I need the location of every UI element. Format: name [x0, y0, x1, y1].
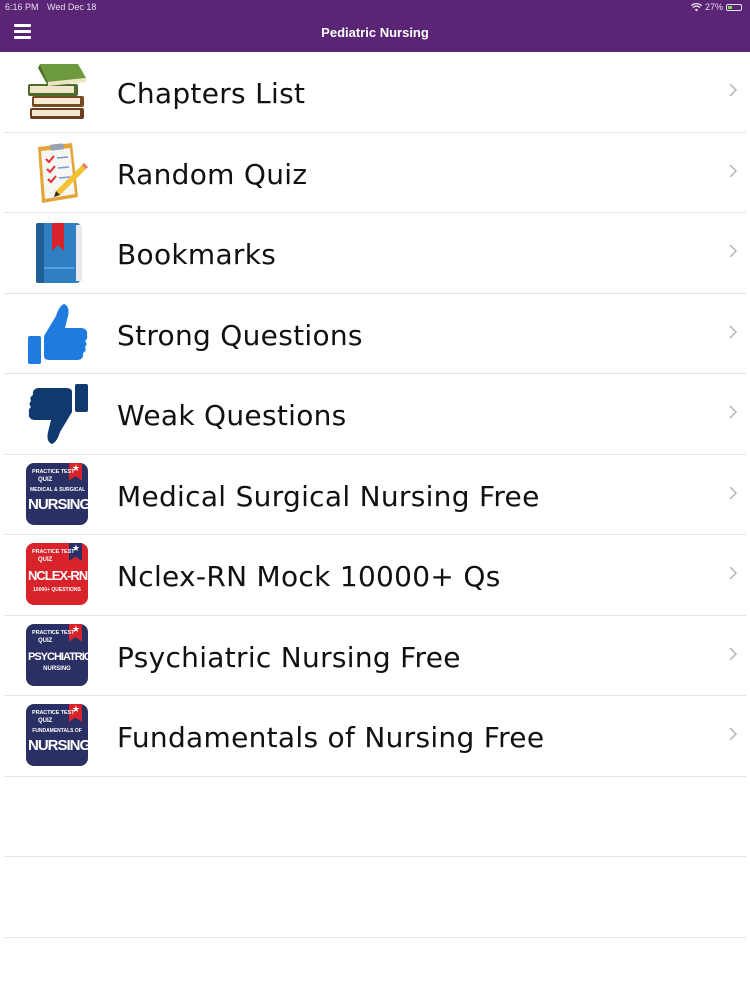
chevron-right-icon — [729, 244, 738, 258]
menu-item-bookmarks[interactable]: Bookmarks — [0, 213, 750, 294]
fundamentals-app-icon: ★ PRACTICE TEST QUIZ FUNDAMENTALS OF NUR… — [26, 704, 90, 768]
status-right: 27% — [690, 0, 742, 14]
chevron-right-icon — [729, 646, 738, 661]
battery-percent: 27% — [704, 2, 723, 12]
status-bar: 6:16 PM Wed Dec 18 27% — [0, 0, 750, 14]
navigation-bar: Pediatric Nursing — [0, 14, 750, 52]
menu-item-label: Fundamentals of Nursing Free — [117, 721, 545, 754]
menu-item-psychiatric-nursing[interactable]: ★ PRACTICE TEST QUIZ PSYCHIATRIC NURSING… — [0, 616, 750, 697]
quiz-clipboard-icon — [38, 142, 88, 203]
menu-item-label: Bookmarks — [117, 238, 277, 271]
chevron-right-icon — [729, 405, 738, 419]
empty-list-row — [0, 857, 750, 938]
menu-item-random-quiz[interactable]: Random Quiz — [0, 133, 750, 214]
thumbs-up-icon — [28, 303, 88, 364]
thumbs-down-icon — [28, 384, 88, 444]
menu-item-label: Random Quiz — [117, 157, 308, 191]
menu-item-chapters-list[interactable]: Chapters List — [0, 52, 750, 133]
status-time: 6:16 PM — [5, 2, 39, 12]
chevron-right-icon — [729, 83, 738, 97]
status-date: Wed Dec 18 — [47, 2, 97, 12]
menu-item-label: Strong Questions — [117, 318, 363, 352]
nclex-app-icon: ★ PRACTICE TEST QUIZ NCLEX-RN 10000+ QUE… — [26, 543, 90, 607]
empty-list-row — [0, 777, 750, 858]
battery-icon — [726, 3, 742, 11]
menu-item-medical-surgical-nursing[interactable]: ★ PRACTICE TEST QUIZ MEDICAL & SURGICAL … — [0, 455, 750, 536]
menu-item-strong-questions[interactable]: Strong Questions — [0, 294, 750, 375]
page-title: Pediatric Nursing — [321, 25, 429, 40]
menu-item-label: Nclex-RN Mock 10000+ Qs — [117, 560, 501, 593]
bookmark-book-icon — [36, 223, 82, 283]
chevron-right-icon — [729, 566, 738, 580]
menu-item-nclex-rn-mock[interactable]: ★ PRACTICE TEST QUIZ NCLEX-RN 10000+ QUE… — [0, 535, 750, 616]
chevron-right-icon — [729, 485, 738, 500]
menu-item-fundamentals-of-nursing[interactable]: ★ PRACTICE TEST QUIZ FUNDAMENTALS OF NUR… — [0, 696, 750, 777]
menu-item-weak-questions[interactable]: Weak Questions — [0, 374, 750, 455]
menu-item-label: Psychiatric Nursing Free — [117, 640, 461, 674]
chevron-right-icon — [729, 163, 738, 178]
chevron-right-icon — [729, 324, 738, 339]
wifi-icon — [690, 2, 702, 11]
menu-list: Chapters List Random Quiz Bookmarks Stro… — [0, 52, 750, 938]
menu-item-label: Chapters List — [117, 77, 306, 110]
medical-surgical-app-icon: ★ PRACTICE TEST QUIZ MEDICAL & SURGICAL … — [26, 462, 90, 527]
menu-item-label: Medical Surgical Nursing Free — [117, 479, 540, 513]
menu-item-label: Weak Questions — [117, 399, 347, 432]
psychiatric-app-icon: ★ PRACTICE TEST QUIZ PSYCHIATRIC NURSING — [26, 623, 90, 688]
chevron-right-icon — [729, 727, 738, 741]
books-icon — [28, 64, 86, 119]
